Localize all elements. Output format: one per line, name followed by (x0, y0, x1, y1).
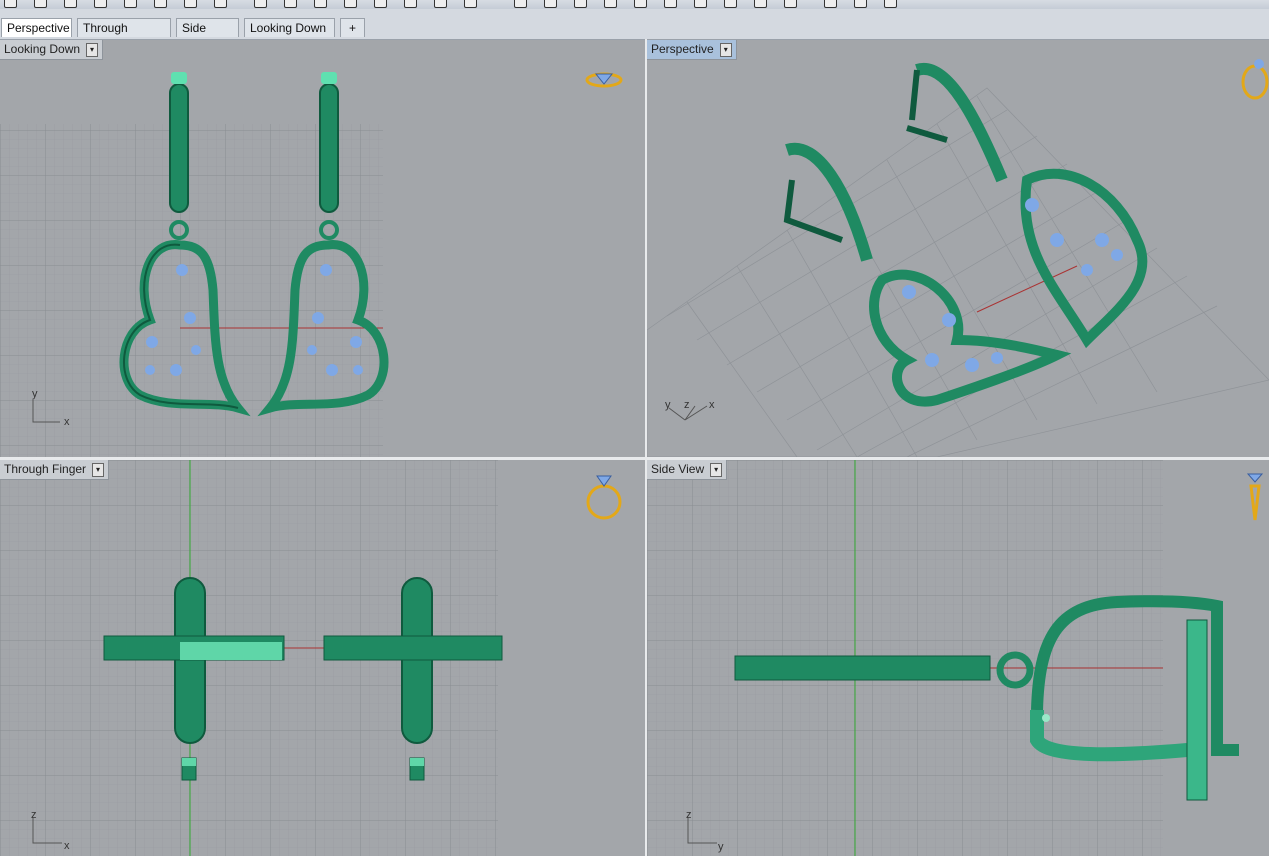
paste-icon[interactable] (154, 0, 167, 8)
main-toolbar (0, 0, 1269, 9)
viewport-label-through-finger[interactable]: Through Finger ▾ (0, 460, 110, 480)
viewport-label-perspective[interactable]: Perspective ▾ (647, 40, 737, 60)
ring-perspective-icon[interactable] (1241, 59, 1269, 100)
material-icon[interactable] (754, 0, 767, 8)
viewport-through-finger[interactable]: z x Through Finger ▾ (0, 460, 645, 856)
tools-icon[interactable] (824, 0, 837, 8)
viewport-title: Through Finger (4, 462, 87, 476)
through-finger-canvas[interactable]: z x (0, 460, 645, 856)
viewport-looking-down[interactable]: y x Looking Down ▾ (0, 40, 645, 457)
layer-icon[interactable] (634, 0, 647, 8)
undo-view-icon[interactable] (434, 0, 447, 8)
open-file-icon[interactable] (34, 0, 47, 8)
looking-down-canvas[interactable]: y x (0, 40, 645, 457)
zoom-extents-icon[interactable] (374, 0, 387, 8)
help-icon[interactable] (884, 0, 897, 8)
save-icon[interactable] (64, 0, 77, 8)
svg-text:x: x (64, 840, 70, 852)
perspective-canvas[interactable]: y z x (647, 40, 1269, 457)
light-icon[interactable] (604, 0, 617, 8)
tab-looking-down[interactable]: Looking Down (244, 18, 335, 37)
chevron-down-icon[interactable]: ▾ (92, 462, 105, 477)
rendered-icon[interactable] (724, 0, 737, 8)
ring-side-icon[interactable] (1246, 473, 1264, 521)
viewport-title: Looking Down (4, 42, 81, 56)
viewport-splitter-vertical[interactable] (645, 39, 647, 856)
osnap-icon[interactable] (574, 0, 587, 8)
rotate-icon[interactable] (284, 0, 297, 8)
svg-text:z: z (686, 809, 692, 821)
add-tab-button[interactable]: + (340, 18, 365, 37)
viewport-side-view[interactable]: z y Side View ▾ (647, 460, 1269, 856)
svg-text:z: z (31, 809, 37, 821)
render-icon[interactable] (664, 0, 677, 8)
select-icon[interactable] (514, 0, 527, 8)
zoom-window-icon[interactable] (344, 0, 357, 8)
svg-text:y: y (32, 388, 38, 400)
viewport-splitter-horizontal[interactable] (0, 457, 1269, 460)
print-icon[interactable] (94, 0, 107, 8)
chevron-down-icon[interactable]: ▾ (86, 42, 99, 57)
svg-text:z: z (684, 399, 690, 411)
svg-text:x: x (709, 399, 715, 411)
viewport-title: Side View (651, 462, 705, 476)
diamond-ring-icon[interactable] (585, 72, 623, 88)
viewport-label-looking-down[interactable]: Looking Down ▾ (0, 40, 104, 60)
svg-text:x: x (64, 416, 70, 428)
svg-text:y: y (718, 841, 724, 853)
settings-icon[interactable] (854, 0, 867, 8)
viewport-tab-bar: Perspective Through Finger Side View Loo… (0, 9, 1269, 54)
undo-icon[interactable] (184, 0, 197, 8)
axis-indicator: y z x (665, 399, 715, 421)
earring-front-perspective[interactable] (783, 142, 1072, 407)
svg-text:y: y (665, 399, 671, 411)
chevron-down-icon[interactable]: ▾ (710, 462, 723, 477)
side-view-canvas[interactable]: z y (647, 460, 1269, 856)
tab-perspective[interactable]: Perspective (1, 18, 72, 37)
sphere-icon[interactable] (784, 0, 797, 8)
ring-front-icon[interactable] (586, 475, 622, 520)
viewport-perspective[interactable]: y z x Perspective ▾ (647, 40, 1269, 457)
viewport-title: Perspective (651, 42, 714, 56)
four-views-icon[interactable] (464, 0, 477, 8)
shaded-icon[interactable] (694, 0, 707, 8)
pan-icon[interactable] (254, 0, 267, 8)
viewport-label-side-view[interactable]: Side View ▾ (647, 460, 728, 480)
zoom-icon[interactable] (314, 0, 327, 8)
zoom-selected-icon[interactable] (404, 0, 417, 8)
perspective-grid (647, 87, 1269, 457)
new-file-icon[interactable] (4, 0, 17, 8)
chevron-down-icon[interactable]: ▾ (719, 42, 732, 57)
tab-side-view[interactable]: Side View (176, 18, 239, 54)
circle-icon[interactable] (544, 0, 557, 8)
tab-through-finger[interactable]: Through Finger (77, 18, 171, 54)
redo-icon[interactable] (214, 0, 227, 8)
copy-icon[interactable] (124, 0, 137, 8)
